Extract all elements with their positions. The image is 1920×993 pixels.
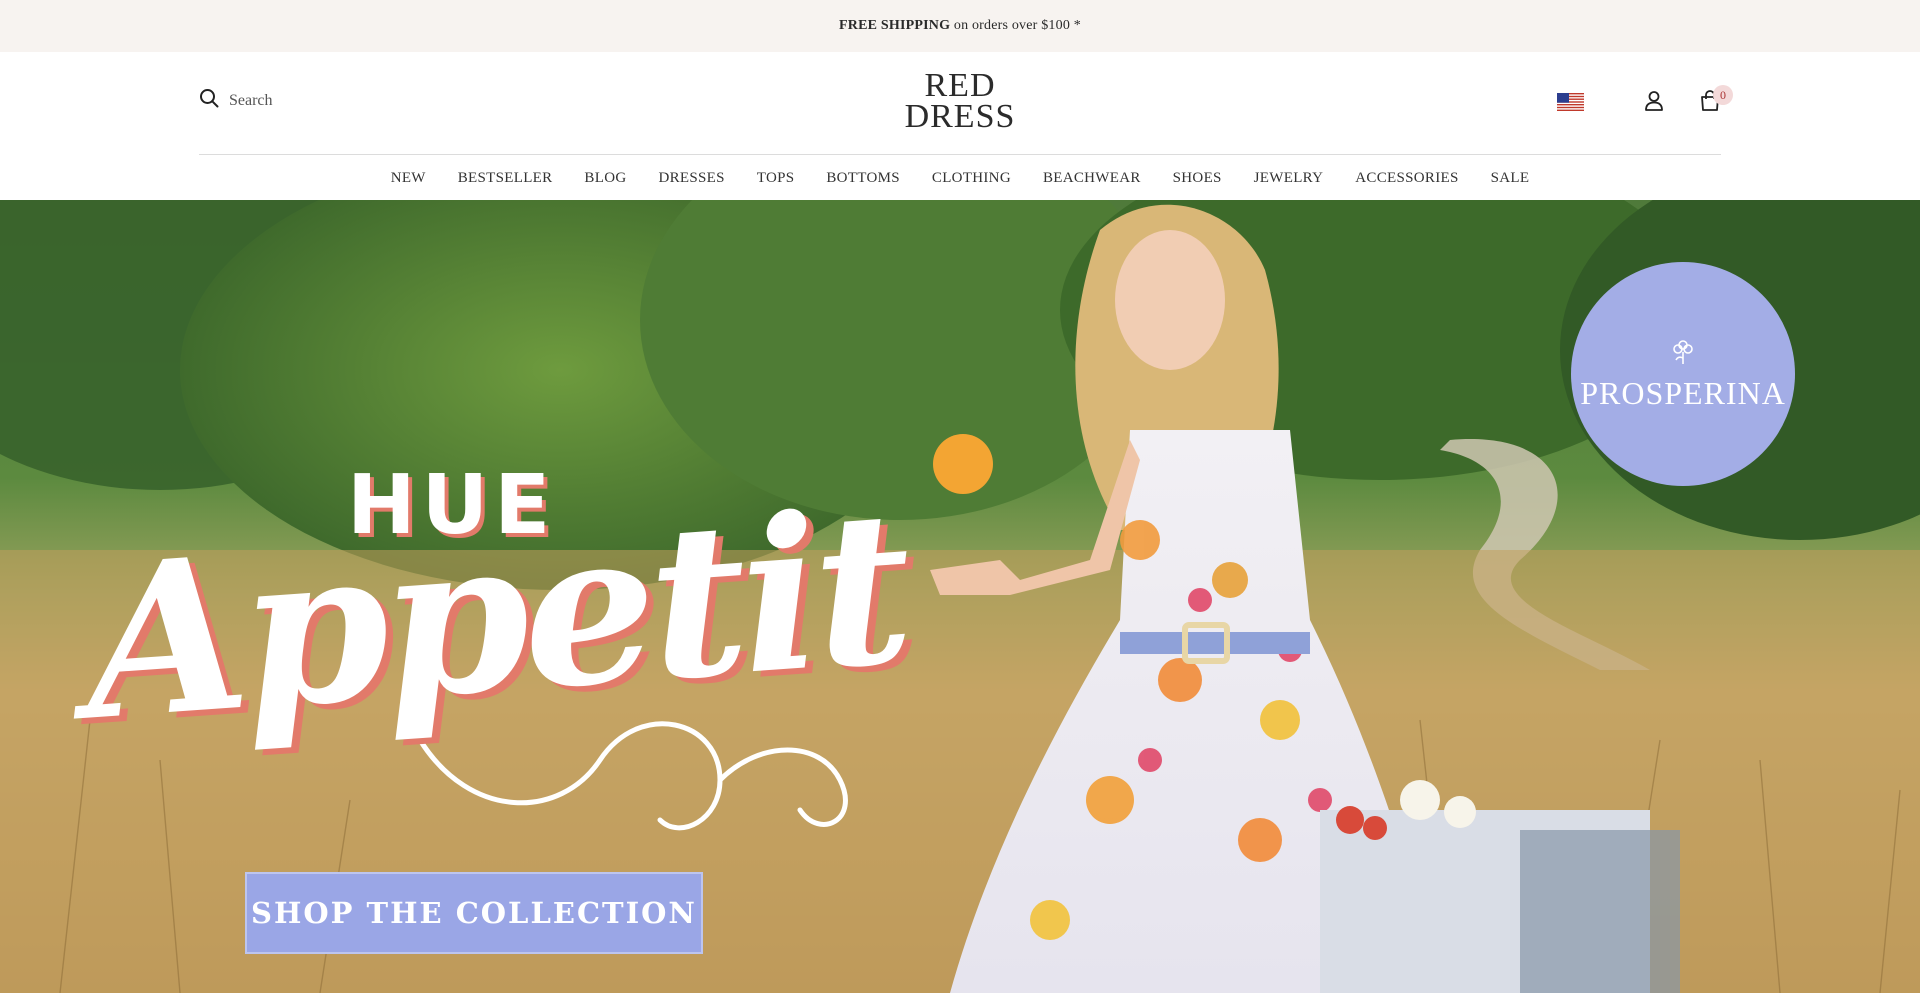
announcement-bar: FREE SHIPPING on orders over $100 * [0, 0, 1920, 52]
nav-item-jewelry[interactable]: JEWELRY [1238, 170, 1340, 187]
prosperina-badge[interactable]: PROSPERINA [1571, 262, 1795, 486]
nav-item-clothing[interactable]: CLOTHING [916, 170, 1027, 187]
announcement-bold: FREE SHIPPING [839, 18, 951, 33]
header-divider [199, 154, 1721, 155]
nav-item-beachwear[interactable]: BEACHWEAR [1027, 170, 1157, 187]
nav-item-blog[interactable]: BLOG [568, 170, 642, 187]
site-header: RED DRESS 0 NEW BESTSELLER BLOG DRESSES … [0, 52, 1920, 200]
site-logo[interactable]: RED DRESS [900, 67, 1020, 135]
nav-item-sale[interactable]: SALE [1475, 170, 1546, 187]
nav-item-shoes[interactable]: SHOES [1157, 170, 1238, 187]
cart-count-badge[interactable]: 0 [1713, 85, 1733, 105]
badge-text: PROSPERINA [1580, 375, 1786, 411]
flower-icon [1668, 336, 1698, 371]
hero-banner[interactable]: HUE Appetit SHOP THE COLLECTION PROSPERI… [0, 200, 1920, 993]
main-nav: NEW BESTSELLER BLOG DRESSES TOPS BOTTOMS… [0, 164, 1920, 192]
logo-line-red: RED [924, 67, 996, 104]
orange-fruit [933, 434, 993, 494]
announcement-text: on orders over $100 * [950, 18, 1081, 33]
logo-line-dress: DRESS [904, 98, 1016, 135]
search-input[interactable] [229, 91, 429, 110]
nav-item-bestseller[interactable]: BESTSELLER [442, 170, 569, 187]
nav-item-dresses[interactable]: DRESSES [642, 170, 740, 187]
account-icon[interactable] [1644, 90, 1664, 117]
nav-item-bottoms[interactable]: BOTTOMS [810, 170, 916, 187]
us-flag-icon[interactable] [1557, 93, 1584, 111]
search-box[interactable] [199, 88, 429, 113]
nav-item-accessories[interactable]: ACCESSORIES [1339, 170, 1474, 187]
search-icon[interactable] [199, 88, 219, 113]
shop-the-collection-button[interactable]: SHOP THE COLLECTION [245, 872, 703, 954]
nav-item-new[interactable]: NEW [375, 170, 442, 187]
nav-item-tops[interactable]: TOPS [741, 170, 811, 187]
